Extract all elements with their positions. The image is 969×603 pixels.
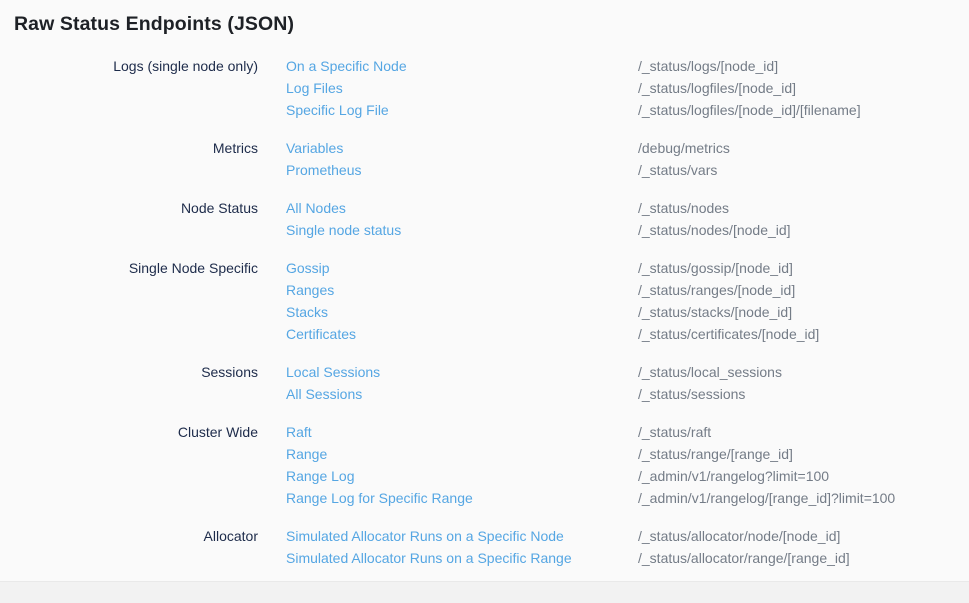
endpoint-rows: Simulated Allocator Runs on a Specific N… — [286, 525, 969, 569]
endpoint-link[interactable]: All Sessions — [286, 383, 638, 405]
endpoint-category-label: Sessions — [0, 361, 258, 383]
endpoint-category-label: Metrics — [0, 137, 258, 159]
endpoint-group: Logs (single node only) On a Specific Nod… — [0, 55, 969, 121]
endpoint-link[interactable]: Simulated Allocator Runs on a Specific N… — [286, 525, 638, 547]
endpoint-link[interactable]: Log Files — [286, 77, 638, 99]
endpoint-row: Simulated Allocator Runs on a Specific N… — [286, 525, 969, 547]
endpoint-row: Simulated Allocator Runs on a Specific R… — [286, 547, 969, 569]
raw-status-endpoints-page: Raw Status Endpoints (JSON) Logs (single… — [0, 0, 969, 569]
endpoint-path: /_status/logfiles/[node_id]/[filename] — [638, 99, 861, 121]
endpoint-path: /_status/logfiles/[node_id] — [638, 77, 796, 99]
endpoint-row: Range/_status/range/[range_id] — [286, 443, 969, 465]
endpoint-category-label: Logs (single node only) — [0, 55, 258, 77]
endpoint-group: Node Status All Nodes/_status/nodesSingle… — [0, 197, 969, 241]
endpoint-category-label: Single Node Specific — [0, 257, 258, 279]
endpoint-row: All Nodes/_status/nodes — [286, 197, 969, 219]
endpoint-link[interactable]: Certificates — [286, 323, 638, 345]
endpoint-path: /_status/local_sessions — [638, 361, 782, 383]
endpoint-link[interactable]: Variables — [286, 137, 638, 159]
endpoint-row: Variables/debug/metrics — [286, 137, 969, 159]
endpoint-link[interactable]: Local Sessions — [286, 361, 638, 383]
endpoint-row: Certificates/_status/certificates/[node_… — [286, 323, 969, 345]
endpoint-group: Single Node Specific Gossip/_status/gossi… — [0, 257, 969, 345]
endpoint-path: /_status/logs/[node_id] — [638, 55, 778, 77]
endpoint-row: Prometheus/_status/vars — [286, 159, 969, 181]
endpoint-rows: Raft/_status/raftRange/_status/range/[ra… — [286, 421, 969, 509]
endpoint-path: /_admin/v1/rangelog?limit=100 — [638, 465, 829, 487]
endpoint-rows: Local Sessions/_status/local_sessionsAll… — [286, 361, 969, 405]
endpoint-path: /_admin/v1/rangelog/[range_id]?limit=100 — [638, 487, 895, 509]
endpoint-path: /_status/certificates/[node_id] — [638, 323, 819, 345]
endpoint-row: Stacks/_status/stacks/[node_id] — [286, 301, 969, 323]
endpoint-path: /_status/vars — [638, 159, 717, 181]
endpoint-link[interactable]: Single node status — [286, 219, 638, 241]
endpoint-path: /_status/ranges/[node_id] — [638, 279, 795, 301]
endpoint-rows: On a Specific Node/_status/logs/[node_id… — [286, 55, 969, 121]
endpoint-link[interactable]: All Nodes — [286, 197, 638, 219]
endpoint-group: Sessions Local Sessions/_status/local_ses… — [0, 361, 969, 405]
endpoint-path: /_status/allocator/node/[node_id] — [638, 525, 840, 547]
endpoint-link[interactable]: Raft — [286, 421, 638, 443]
endpoint-path: /_status/raft — [638, 421, 711, 443]
endpoint-category-label: Cluster Wide — [0, 421, 258, 443]
endpoint-category-label: Node Status — [0, 197, 258, 219]
endpoint-category-label: Allocator — [0, 525, 258, 547]
endpoint-row: Local Sessions/_status/local_sessions — [286, 361, 969, 383]
endpoint-path: /_status/sessions — [638, 383, 745, 405]
endpoint-row: Single node status/_status/nodes/[node_i… — [286, 219, 969, 241]
endpoint-link[interactable]: Range Log — [286, 465, 638, 487]
endpoint-group: Metrics Variables/debug/metricsPrometheus… — [0, 137, 969, 181]
endpoint-link[interactable]: Gossip — [286, 257, 638, 279]
endpoint-path: /debug/metrics — [638, 137, 730, 159]
endpoint-path: /_status/allocator/range/[range_id] — [638, 547, 850, 569]
endpoint-rows: Gossip/_status/gossip/[node_id]Ranges/_s… — [286, 257, 969, 345]
endpoint-link[interactable]: Stacks — [286, 301, 638, 323]
endpoint-rows: Variables/debug/metricsPrometheus/_statu… — [286, 137, 969, 181]
endpoint-row: Gossip/_status/gossip/[node_id] — [286, 257, 969, 279]
endpoint-link[interactable]: Range — [286, 443, 638, 465]
endpoint-group: Cluster Wide Raft/_status/raftRange/_stat… — [0, 421, 969, 509]
endpoint-row: Range Log/_admin/v1/rangelog?limit=100 — [286, 465, 969, 487]
endpoint-link[interactable]: Simulated Allocator Runs on a Specific R… — [286, 547, 638, 569]
endpoint-link[interactable]: Specific Log File — [286, 99, 638, 121]
endpoint-row: Range Log for Specific Range/_admin/v1/r… — [286, 487, 969, 509]
page-title: Raw Status Endpoints (JSON) — [0, 0, 969, 36]
footer-strip — [0, 581, 969, 603]
endpoint-row: Specific Log File/_status/logfiles/[node… — [286, 99, 969, 121]
endpoint-link[interactable]: Ranges — [286, 279, 638, 301]
endpoint-link[interactable]: Range Log for Specific Range — [286, 487, 638, 509]
endpoint-row: Log Files/_status/logfiles/[node_id] — [286, 77, 969, 99]
endpoint-groups: Logs (single node only) On a Specific Nod… — [0, 55, 969, 569]
endpoint-path: /_status/stacks/[node_id] — [638, 301, 792, 323]
endpoint-row: Ranges/_status/ranges/[node_id] — [286, 279, 969, 301]
endpoint-path: /_status/gossip/[node_id] — [638, 257, 793, 279]
endpoint-path: /_status/nodes — [638, 197, 729, 219]
endpoint-link[interactable]: On a Specific Node — [286, 55, 638, 77]
endpoint-row: All Sessions/_status/sessions — [286, 383, 969, 405]
endpoint-link[interactable]: Prometheus — [286, 159, 638, 181]
endpoint-path: /_status/range/[range_id] — [638, 443, 793, 465]
endpoint-group: Allocator Simulated Allocator Runs on a S… — [0, 525, 969, 569]
endpoint-row: On a Specific Node/_status/logs/[node_id… — [286, 55, 969, 77]
endpoint-row: Raft/_status/raft — [286, 421, 969, 443]
endpoint-rows: All Nodes/_status/nodesSingle node statu… — [286, 197, 969, 241]
endpoint-path: /_status/nodes/[node_id] — [638, 219, 791, 241]
